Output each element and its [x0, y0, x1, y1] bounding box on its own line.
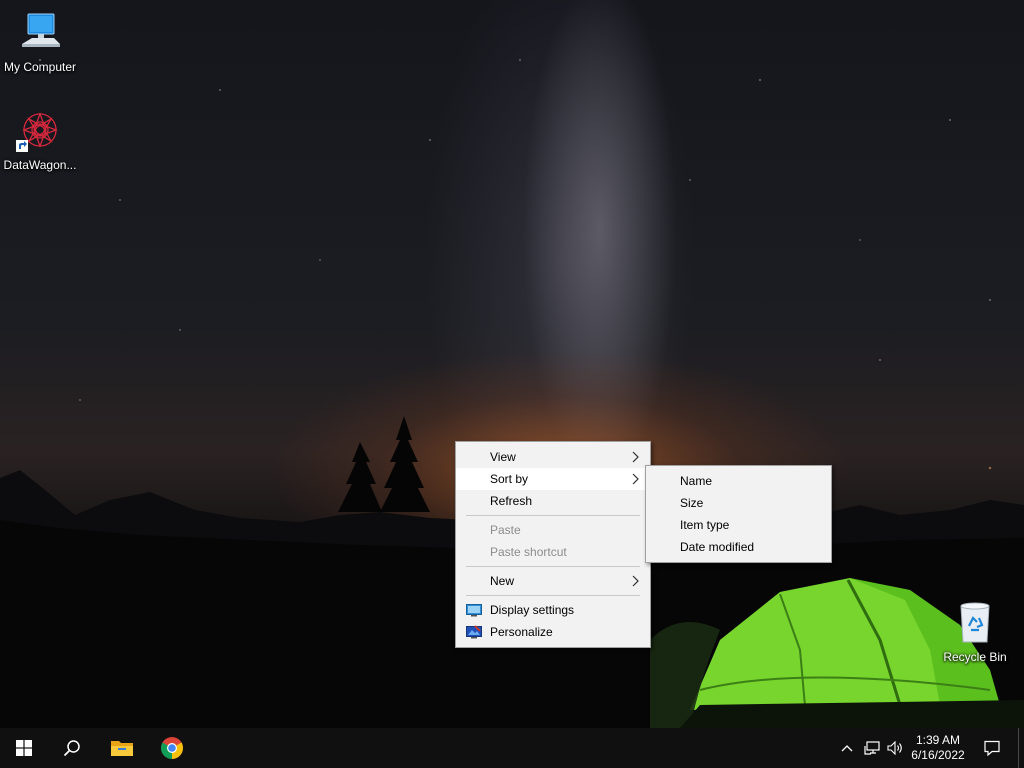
- windows-start-icon: [16, 740, 32, 756]
- menu-item-label: Personalize: [490, 625, 553, 639]
- sort-option-name[interactable]: Name: [646, 470, 831, 492]
- chevron-right-icon: [632, 451, 639, 463]
- menu-item-display-settings[interactable]: Display settings: [456, 599, 650, 621]
- clock-date: 6/16/2022: [911, 748, 965, 762]
- show-desktop-button[interactable]: [1018, 728, 1024, 768]
- desktop-context-menu: View Sort by Refresh Paste Paste shortcu…: [455, 441, 651, 648]
- desktop-icon-my-computer[interactable]: My Computer: [2, 10, 78, 74]
- sort-by-submenu: Name Size Item type Date modified: [645, 465, 832, 563]
- notification-icon: [984, 740, 1000, 756]
- menu-item-label: Refresh: [490, 494, 533, 508]
- chrome-icon: [161, 737, 183, 759]
- menu-item-label: Paste shortcut: [490, 545, 567, 559]
- taskbar-clock[interactable]: 1:39 AM 6/16/2022: [902, 728, 974, 768]
- menu-separator: [466, 515, 640, 516]
- volume-icon: [887, 741, 902, 755]
- computer-icon: [22, 13, 60, 47]
- menu-item-label: New: [490, 574, 515, 588]
- chevron-right-icon: [632, 473, 639, 485]
- menu-item-paste-shortcut[interactable]: Paste shortcut: [456, 541, 650, 563]
- personalize-icon: [466, 625, 482, 639]
- chevron-right-icon: [632, 575, 639, 587]
- desktop-icon-label: Recycle Bin: [943, 650, 1007, 664]
- menu-separator: [466, 566, 640, 567]
- menu-item-label: View: [490, 450, 516, 464]
- sort-option-item-type[interactable]: Item type: [646, 514, 831, 536]
- show-hidden-icons-button[interactable]: [836, 728, 858, 768]
- chevron-up-icon: [841, 745, 853, 752]
- menu-item-refresh[interactable]: Refresh: [456, 490, 650, 512]
- start-button[interactable]: [0, 728, 48, 768]
- search-icon: [63, 740, 80, 757]
- clock-time: 1:39 AM: [915, 733, 961, 747]
- menu-item-label: Sort by: [490, 472, 529, 486]
- file-explorer-button[interactable]: [98, 728, 146, 768]
- desktop-icon-label: My Computer: [3, 60, 77, 74]
- file-explorer-icon: [111, 741, 133, 756]
- menu-separator: [466, 595, 640, 596]
- network-button[interactable]: [860, 728, 884, 768]
- desktop-icon-recycle-bin[interactable]: Recycle Bin: [937, 600, 1013, 664]
- datawagon-shortcut-icon: [16, 112, 58, 152]
- action-center-button[interactable]: [978, 728, 1006, 768]
- menu-item-label: Size: [680, 496, 704, 510]
- menu-item-label: Item type: [680, 518, 730, 532]
- menu-item-label: Name: [680, 474, 713, 488]
- menu-item-sort-by[interactable]: Sort by: [456, 468, 650, 490]
- sort-option-size[interactable]: Size: [646, 492, 831, 514]
- network-icon: [864, 741, 880, 755]
- menu-item-new[interactable]: New: [456, 570, 650, 592]
- display-icon: [466, 604, 482, 617]
- sort-option-date-modified[interactable]: Date modified: [646, 536, 831, 558]
- search-button[interactable]: [48, 728, 96, 768]
- recycle-bin-icon: [960, 602, 990, 643]
- menu-item-paste[interactable]: Paste: [456, 519, 650, 541]
- chrome-button[interactable]: [148, 728, 196, 768]
- menu-item-label: Date modified: [680, 540, 755, 554]
- menu-item-view[interactable]: View: [456, 446, 650, 468]
- desktop-icon-label: DataWagon...: [3, 158, 77, 172]
- menu-item-label: Display settings: [490, 603, 575, 617]
- menu-item-label: Paste: [490, 523, 521, 537]
- desktop-icon-datawagon[interactable]: DataWagon...: [2, 108, 78, 172]
- taskbar: 1:39 AM 6/16/2022: [0, 728, 1024, 768]
- menu-item-personalize[interactable]: Personalize: [456, 621, 650, 643]
